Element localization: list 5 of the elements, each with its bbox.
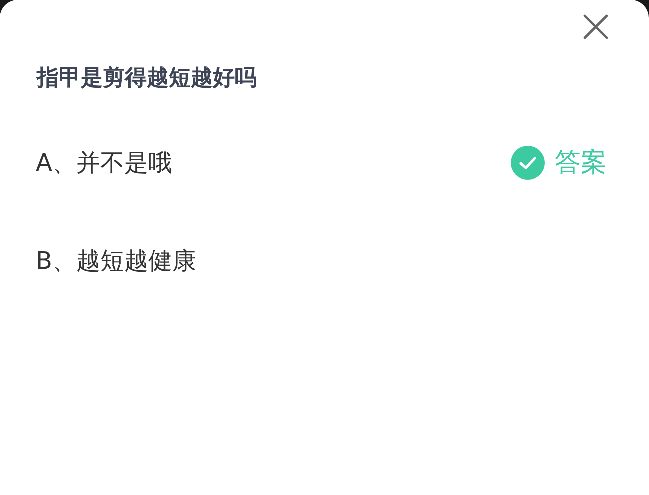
- answer-option[interactable]: B、越短越健康: [36, 244, 196, 278]
- question-title: 指甲是剪得越短越好吗: [37, 65, 257, 93]
- answer-label: 答案: [555, 147, 607, 180]
- answer-option[interactable]: A、并不是哦: [36, 146, 172, 180]
- close-button[interactable]: [581, 12, 611, 42]
